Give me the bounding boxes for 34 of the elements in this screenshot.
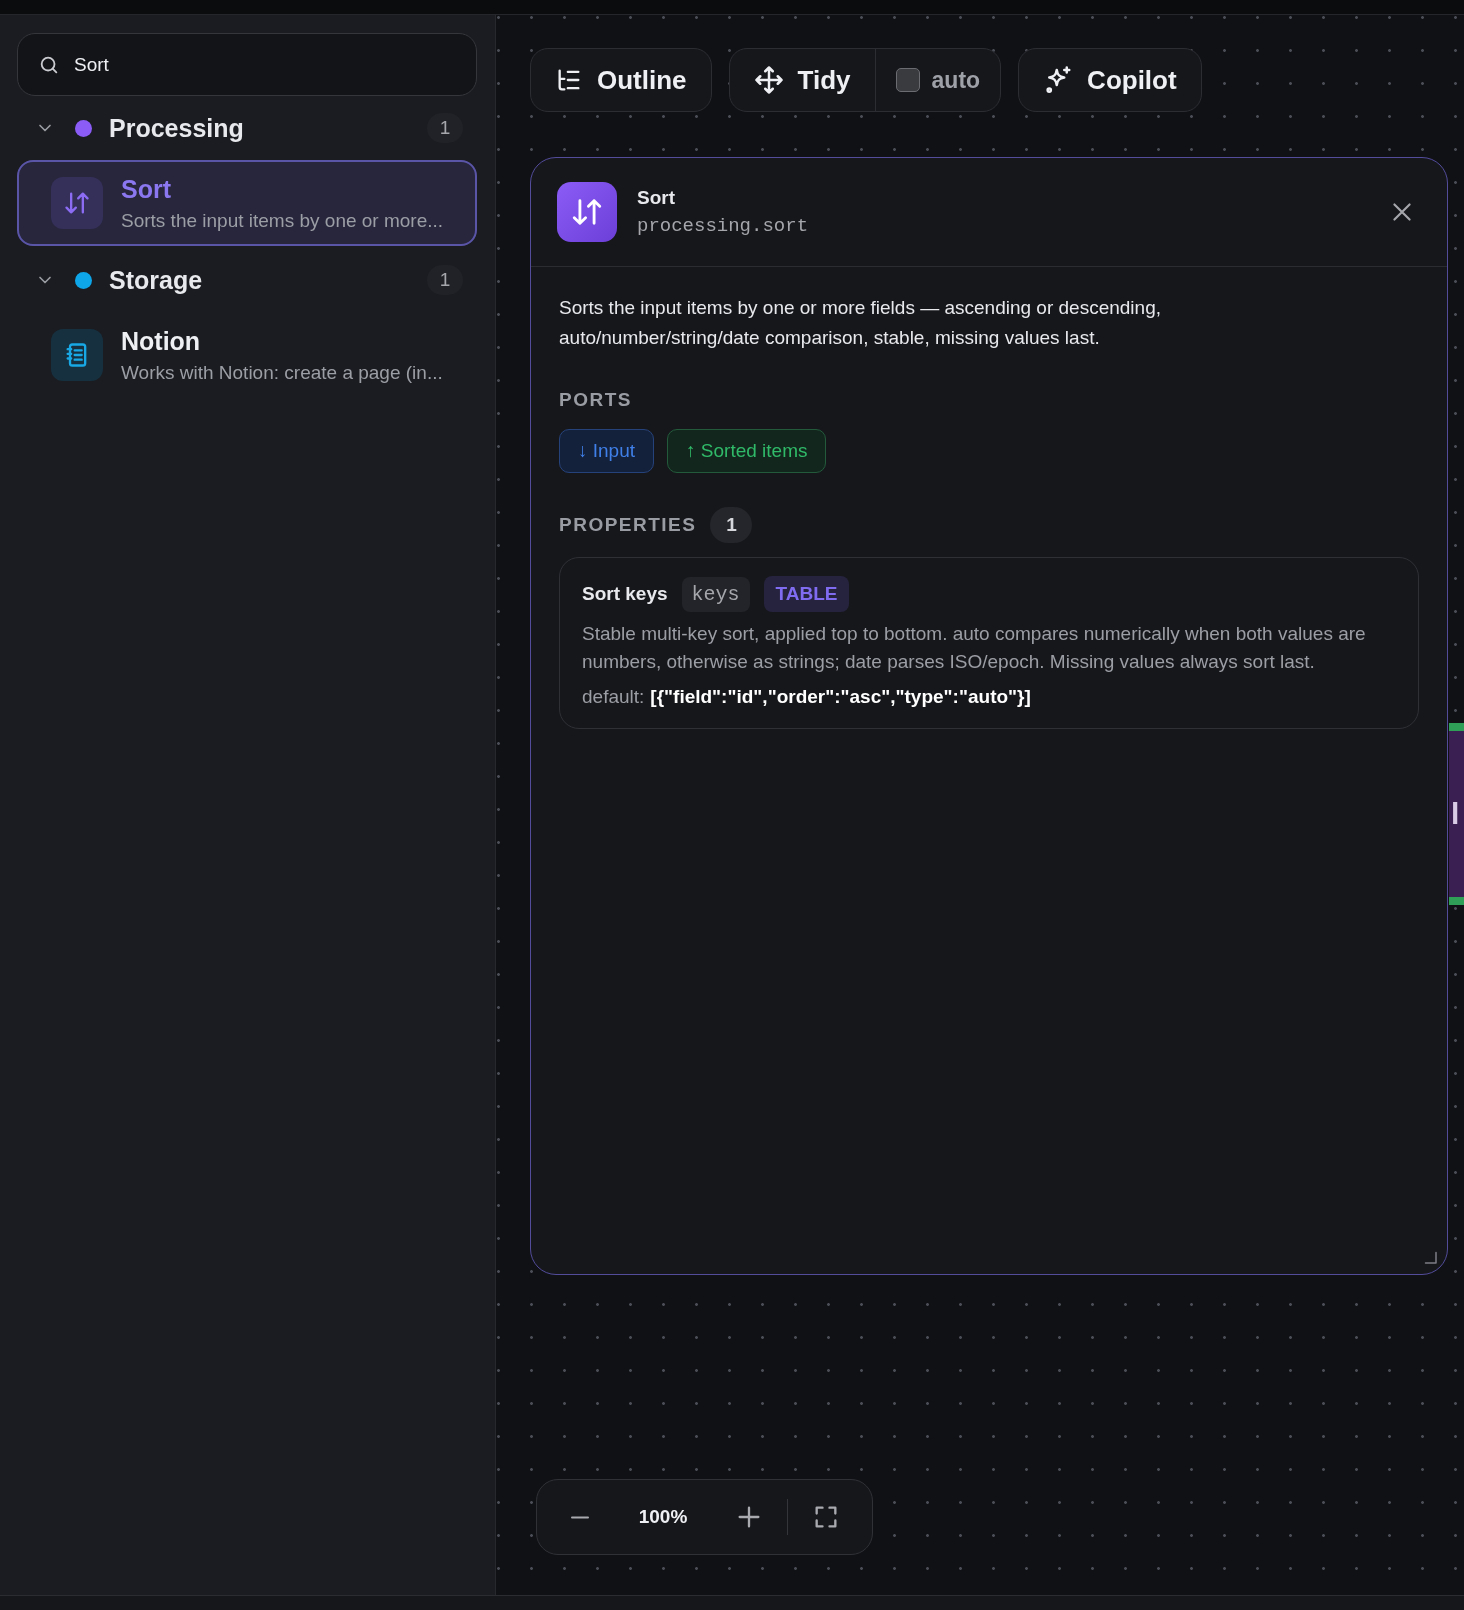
node-list-item[interactable]: Notion Works with Notion: create a page (in... [17,312,477,398]
item-description: Works with Notion: create a page (in... [121,361,443,384]
default-value: [{"field":"id","order":"asc","type":"auto"}] [650,686,1031,708]
node-type-id: processing.sort [637,215,810,237]
panel-title: Sort [637,187,676,209]
search-field[interactable]: Sort [17,33,477,96]
default-label: default: [582,686,645,708]
node-card[interactable]: l [1449,723,1464,905]
minus-icon [569,1515,591,1519]
port-chip[interactable]: ↑ Sorted items [667,429,827,473]
node-label: l [1451,797,1460,831]
count-badge: 1 [427,265,463,295]
property-label: Sort keys [582,583,668,605]
move-arrows-icon [753,65,784,95]
type-tag: TABLE [763,576,850,612]
outline-button[interactable]: Outline [530,48,712,112]
item-title: Sort [121,174,172,204]
auto-checkbox[interactable]: auto [874,49,1001,111]
port-chip[interactable]: ↓ Input [559,429,655,473]
property-key: keys [681,576,750,612]
item-description: Sorts the input items by one or more... [121,209,444,232]
section-heading: PROPERTIES [559,514,697,536]
tidy-button[interactable]: Tidy [729,49,875,111]
count-badge: 1 [427,113,463,143]
count-badge: 1 [710,507,753,543]
category-label: Storage [109,265,204,295]
section-heading: PORTS [559,389,633,411]
property-description: Stable multi-key sort, applied top to bottom. auto compares numerically when both values are numbers, otherwise as strings; date parses ISO/epoch. Missing values always sort last. [582,622,1367,674]
zoom-level: 100% [637,1506,689,1528]
copilot-button[interactable]: Copilot [1018,48,1202,112]
item-title: Notion [121,326,202,356]
node-list-item[interactable]: Sort Sorts the input items by one or more... [17,160,477,246]
node-description: Sorts the input items by one or more fields — ascending or descending, auto/number/string/date comparison, stable, missing values last. [559,296,1162,350]
category-label: Processing [109,113,245,143]
